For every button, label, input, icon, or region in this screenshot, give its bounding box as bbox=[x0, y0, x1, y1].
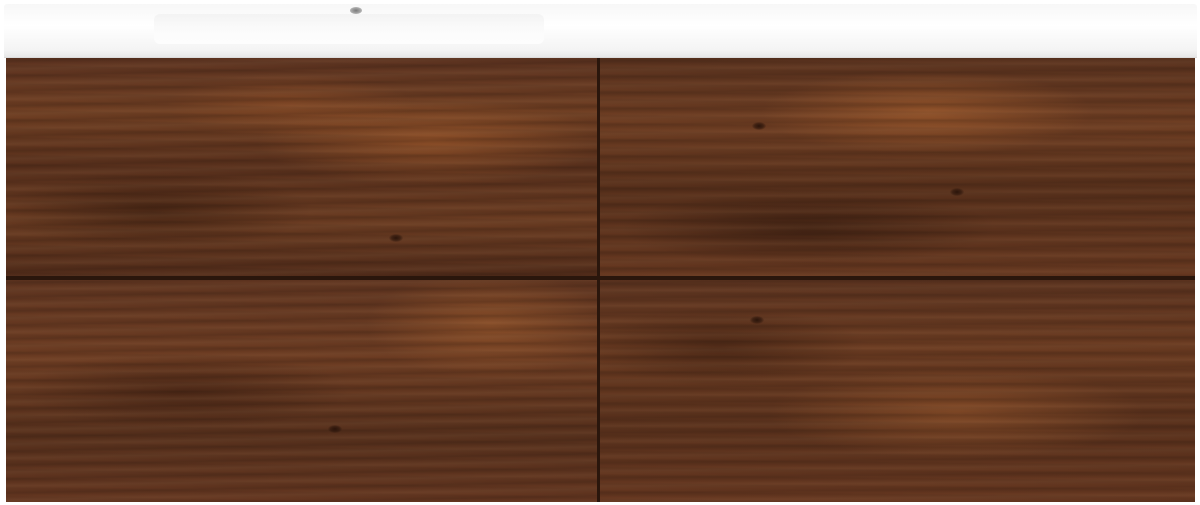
drawer-seam-vertical bbox=[597, 58, 600, 502]
wood-knot bbox=[328, 425, 342, 433]
wood-knot bbox=[389, 234, 403, 242]
wood-knot bbox=[750, 316, 764, 324]
wood-knot bbox=[752, 122, 766, 130]
wood-knot bbox=[950, 188, 964, 196]
drawer-bottom-left bbox=[6, 280, 597, 502]
drawer-bottom-right bbox=[600, 280, 1195, 502]
drawer-top-left bbox=[6, 58, 597, 276]
vanity-product-image bbox=[0, 0, 1200, 505]
countertop-basin bbox=[4, 4, 1197, 58]
drawer-top-right bbox=[600, 58, 1195, 276]
sink-basin bbox=[154, 14, 544, 44]
drawer-seam-horizontal bbox=[6, 276, 1195, 280]
tap-hole bbox=[350, 7, 362, 14]
